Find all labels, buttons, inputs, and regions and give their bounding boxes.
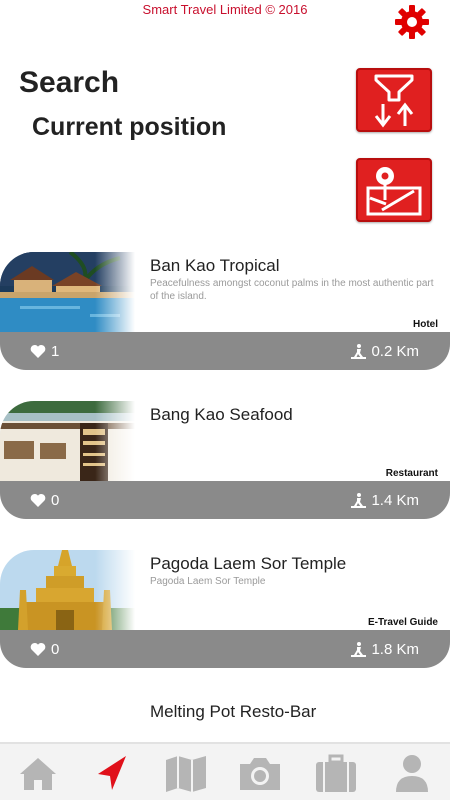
gear-icon[interactable] bbox=[394, 4, 430, 40]
distance-value: 0.2 Km bbox=[371, 342, 419, 360]
place-card[interactable]: Ban Kao Tropical Peacefulness amongst co… bbox=[0, 252, 450, 370]
distance-value: 1.8 Km bbox=[371, 640, 419, 658]
hotel-photo bbox=[0, 252, 135, 332]
place-footer-bar: 0 1.8 Km bbox=[0, 630, 450, 668]
distance-info: 0.2 Km bbox=[351, 342, 419, 360]
copyright-text: Smart Travel Limited © 2016 bbox=[142, 2, 308, 17]
home-icon[interactable] bbox=[16, 752, 60, 794]
current-position-title: Current position bbox=[32, 113, 227, 141]
distance-value: 1.4 Km bbox=[371, 491, 419, 509]
heart-icon bbox=[30, 344, 46, 358]
place-title: Melting Pot Resto-Bar bbox=[150, 702, 317, 721]
place-description: Peacefulness amongst coconut palms in th… bbox=[150, 278, 434, 302]
search-title: Search bbox=[19, 66, 120, 99]
place-title: Pagoda Laem Sor Temple bbox=[150, 554, 347, 573]
place-card[interactable]: Bang Kao Seafood Restaurant 0 1.4 Km bbox=[0, 401, 450, 519]
map-pin-icon bbox=[366, 167, 422, 216]
map-icon[interactable] bbox=[164, 752, 208, 794]
location-arrow-icon[interactable] bbox=[90, 752, 134, 794]
like-count: 0 bbox=[51, 640, 60, 658]
place-footer-bar: 1 0.2 Km bbox=[0, 332, 450, 370]
restaurant-photo bbox=[0, 401, 135, 481]
place-card[interactable]: Pagoda Laem Sor Temple Pagoda Laem Sor T… bbox=[0, 550, 450, 668]
place-description: Pagoda Laem Sor Temple bbox=[150, 576, 266, 587]
camera-icon[interactable] bbox=[238, 752, 282, 794]
walking-distance-icon bbox=[351, 641, 367, 657]
like-count: 0 bbox=[51, 491, 60, 509]
place-footer-bar: 0 1.4 Km bbox=[0, 481, 450, 519]
heart-icon bbox=[30, 642, 46, 656]
filter-sort-button[interactable] bbox=[356, 68, 432, 132]
place-title: Ban Kao Tropical bbox=[150, 256, 280, 275]
like-count: 1 bbox=[51, 342, 60, 360]
bottom-navigation bbox=[0, 742, 450, 800]
place-title: Bang Kao Seafood bbox=[150, 405, 293, 424]
like-counter[interactable]: 0 bbox=[30, 640, 59, 658]
place-category: Restaurant bbox=[385, 468, 438, 479]
suitcase-icon[interactable] bbox=[314, 752, 358, 794]
distance-info: 1.4 Km bbox=[351, 491, 419, 509]
walking-distance-icon bbox=[351, 343, 367, 359]
temple-photo bbox=[0, 550, 135, 630]
user-icon[interactable] bbox=[390, 752, 434, 794]
map-location-button[interactable] bbox=[356, 158, 432, 222]
walking-distance-icon bbox=[351, 492, 367, 508]
place-category: E-Travel Guide bbox=[367, 617, 438, 628]
like-counter[interactable]: 0 bbox=[30, 491, 59, 509]
like-counter[interactable]: 1 bbox=[30, 342, 59, 360]
funnel-sort-icon bbox=[374, 74, 414, 128]
distance-info: 1.8 Km bbox=[351, 640, 419, 658]
place-category: Hotel bbox=[413, 319, 438, 330]
place-card[interactable]: Melting Pot Resto-Bar bbox=[0, 690, 450, 730]
heart-icon bbox=[30, 493, 46, 507]
